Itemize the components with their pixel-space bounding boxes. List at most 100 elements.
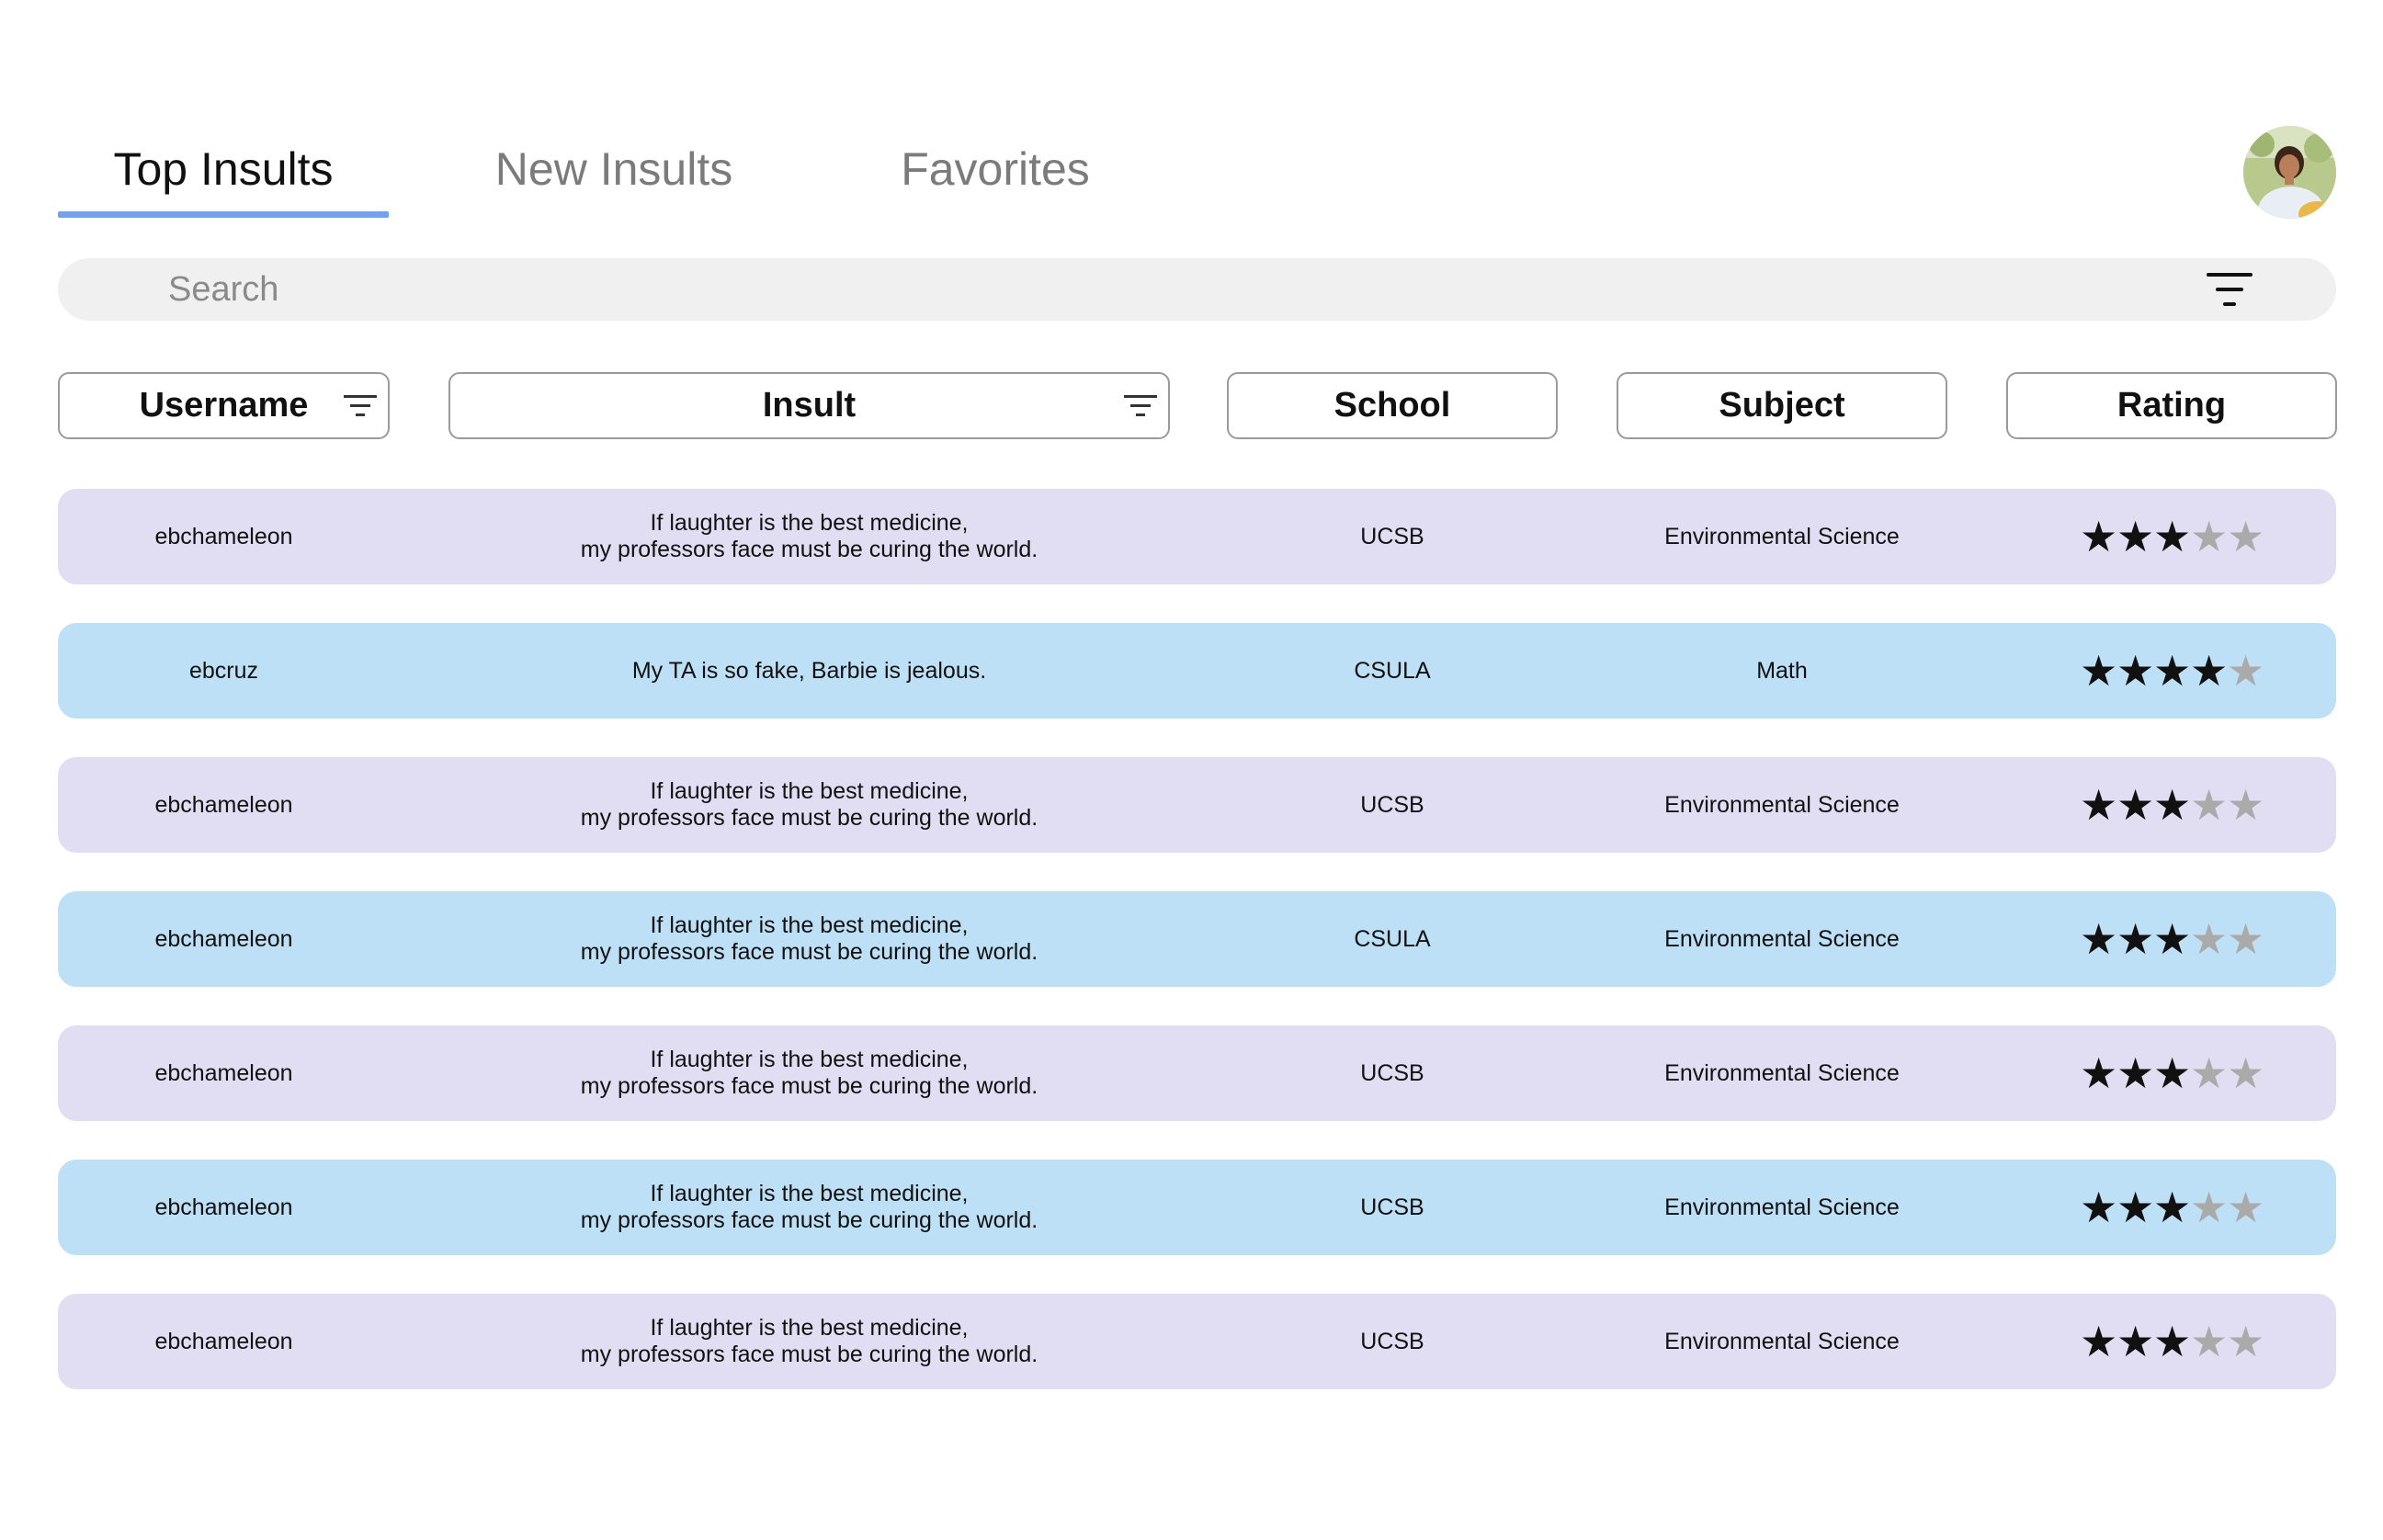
star-empty-icon[interactable]: ★ <box>2190 918 2228 960</box>
search-bar <box>58 258 2336 321</box>
table-row[interactable]: ebchameleon If laughter is the best medic… <box>58 757 2336 853</box>
star-filled-icon[interactable]: ★ <box>2116 515 2154 558</box>
cell-username: ebchameleon <box>154 1328 293 1354</box>
star-filled-icon[interactable]: ★ <box>2080 784 2117 826</box>
star-filled-icon[interactable]: ★ <box>2116 918 2154 960</box>
cell-subject: Math <box>1756 657 1808 684</box>
column-filter-icon[interactable] <box>342 394 379 418</box>
table-row[interactable]: ebchameleon If laughter is the best medic… <box>58 1294 2336 1389</box>
insult-line: If laughter is the best medicine, <box>650 1047 969 1072</box>
cell-rating: ★ ★ ★ ★ ★ <box>2006 757 2337 853</box>
star-empty-icon[interactable]: ★ <box>2227 784 2264 826</box>
star-filled-icon[interactable]: ★ <box>2116 784 2154 826</box>
star-filled-icon[interactable]: ★ <box>2080 1186 2117 1229</box>
cell-school: UCSB <box>1360 1328 1424 1354</box>
table-row[interactable]: ebcruz My TA is so fake, Barbie is jealou… <box>58 623 2336 719</box>
table-row[interactable]: ebchameleon If laughter is the best medic… <box>58 1160 2336 1255</box>
star-filled-icon[interactable]: ★ <box>2153 1186 2191 1229</box>
cell-insult: If laughter is the best medicine, my prof… <box>448 1294 1170 1389</box>
insult-line: my professors face must be curing the wo… <box>580 1342 1038 1367</box>
tab-new-insults[interactable]: New Insults <box>462 119 766 219</box>
star-empty-icon[interactable]: ★ <box>2227 1320 2264 1363</box>
cell-subject: Environmental Science <box>1664 1194 1900 1220</box>
star-filled-icon[interactable]: ★ <box>2153 1052 2191 1094</box>
star-filled-icon[interactable]: ★ <box>2080 1320 2117 1363</box>
cell-rating: ★ ★ ★ ★ ★ <box>2006 1160 2337 1255</box>
filter-button[interactable] <box>2199 271 2260 308</box>
cell-rating: ★ ★ ★ ★ ★ <box>2006 1025 2337 1121</box>
star-empty-icon[interactable]: ★ <box>2227 515 2264 558</box>
star-rating[interactable]: ★ ★ ★ ★ ★ <box>2080 1052 2264 1094</box>
column-header-rating[interactable]: Rating <box>2006 372 2337 439</box>
star-empty-icon[interactable]: ★ <box>2190 1320 2228 1363</box>
star-empty-icon[interactable]: ★ <box>2190 1052 2228 1094</box>
cell-subject: Environmental Science <box>1664 925 1900 952</box>
star-rating[interactable]: ★ ★ ★ ★ ★ <box>2080 1320 2264 1363</box>
user-avatar[interactable] <box>2243 126 2336 219</box>
star-rating[interactable]: ★ ★ ★ ★ ★ <box>2080 515 2264 558</box>
cell-insult: If laughter is the best medicine, my prof… <box>448 757 1170 853</box>
star-filled-icon[interactable]: ★ <box>2190 650 2228 692</box>
column-filter-icon[interactable] <box>1122 394 1159 418</box>
filter-icon <box>2207 273 2253 306</box>
insult-line: If laughter is the best medicine, <box>650 1181 969 1206</box>
star-rating[interactable]: ★ ★ ★ ★ ★ <box>2080 918 2264 960</box>
table-row[interactable]: ebchameleon If laughter is the best medic… <box>58 489 2336 584</box>
insult-line: My TA is so fake, Barbie is jealous. <box>631 657 987 684</box>
star-empty-icon[interactable]: ★ <box>2190 784 2228 826</box>
cell-username: ebchameleon <box>154 523 293 549</box>
tab-favorites[interactable]: Favorites <box>848 119 1142 219</box>
star-rating[interactable]: ★ ★ ★ ★ ★ <box>2080 784 2264 826</box>
star-empty-icon[interactable]: ★ <box>2227 650 2264 692</box>
star-empty-icon[interactable]: ★ <box>2227 1052 2264 1094</box>
star-empty-icon[interactable]: ★ <box>2227 1186 2264 1229</box>
star-filled-icon[interactable]: ★ <box>2080 918 2117 960</box>
cell-school: CSULA <box>1354 657 1431 684</box>
star-filled-icon[interactable]: ★ <box>2116 1186 2154 1229</box>
star-filled-icon[interactable]: ★ <box>2116 1052 2154 1094</box>
column-header-username-label: Username <box>139 386 309 425</box>
star-rating[interactable]: ★ ★ ★ ★ ★ <box>2080 650 2264 692</box>
star-filled-icon[interactable]: ★ <box>2080 515 2117 558</box>
cell-school: CSULA <box>1354 925 1431 952</box>
cell-insult: If laughter is the best medicine, my prof… <box>448 1025 1170 1121</box>
column-header-insult-label: Insult <box>762 386 857 425</box>
star-empty-icon[interactable]: ★ <box>2190 1186 2228 1229</box>
column-header-subject[interactable]: Subject <box>1617 372 1947 439</box>
insult-line: my professors face must be curing the wo… <box>580 1073 1038 1099</box>
cell-school: UCSB <box>1360 791 1424 818</box>
search-input[interactable] <box>168 258 2098 321</box>
tab-top-insults[interactable]: Top Insults <box>58 119 389 219</box>
star-filled-icon[interactable]: ★ <box>2153 784 2191 826</box>
star-filled-icon[interactable]: ★ <box>2153 918 2191 960</box>
cell-insult: If laughter is the best medicine, my prof… <box>448 489 1170 584</box>
star-filled-icon[interactable]: ★ <box>2153 515 2191 558</box>
table-row[interactable]: ebchameleon If laughter is the best medic… <box>58 891 2336 987</box>
cell-subject: Environmental Science <box>1664 791 1900 818</box>
star-filled-icon[interactable]: ★ <box>2153 650 2191 692</box>
cell-username: ebcruz <box>188 657 259 684</box>
star-filled-icon[interactable]: ★ <box>2080 650 2117 692</box>
column-header-insult[interactable]: Insult <box>448 372 1170 439</box>
table-row[interactable]: ebchameleon If laughter is the best medic… <box>58 1025 2336 1121</box>
column-header-subject-label: Subject <box>1719 386 1845 425</box>
star-empty-icon[interactable]: ★ <box>2227 918 2264 960</box>
star-filled-icon[interactable]: ★ <box>2116 650 2154 692</box>
star-filled-icon[interactable]: ★ <box>2116 1320 2154 1363</box>
star-filled-icon[interactable]: ★ <box>2080 1052 2117 1094</box>
column-header-rating-label: Rating <box>2116 386 2227 425</box>
cell-subject: Environmental Science <box>1664 1059 1900 1086</box>
star-filled-icon[interactable]: ★ <box>2153 1320 2191 1363</box>
insults-page: Top Insults New Insults Favorites Search… <box>0 0 2383 1540</box>
cell-subject: Environmental Science <box>1664 523 1900 549</box>
star-rating[interactable]: ★ ★ ★ ★ ★ <box>2080 1186 2264 1229</box>
insult-line: my professors face must be curing the wo… <box>580 1207 1038 1233</box>
cell-rating: ★ ★ ★ ★ ★ <box>2006 489 2337 584</box>
insult-line: If laughter is the best medicine, <box>650 1315 969 1341</box>
star-empty-icon[interactable]: ★ <box>2190 515 2228 558</box>
tab-bar: Top Insults New Insults Favorites <box>58 119 1161 219</box>
column-header-school[interactable]: School <box>1227 372 1558 439</box>
insult-line: If laughter is the best medicine, <box>650 778 969 804</box>
cell-username: ebchameleon <box>154 1194 293 1220</box>
column-header-username[interactable]: Username <box>58 372 390 439</box>
